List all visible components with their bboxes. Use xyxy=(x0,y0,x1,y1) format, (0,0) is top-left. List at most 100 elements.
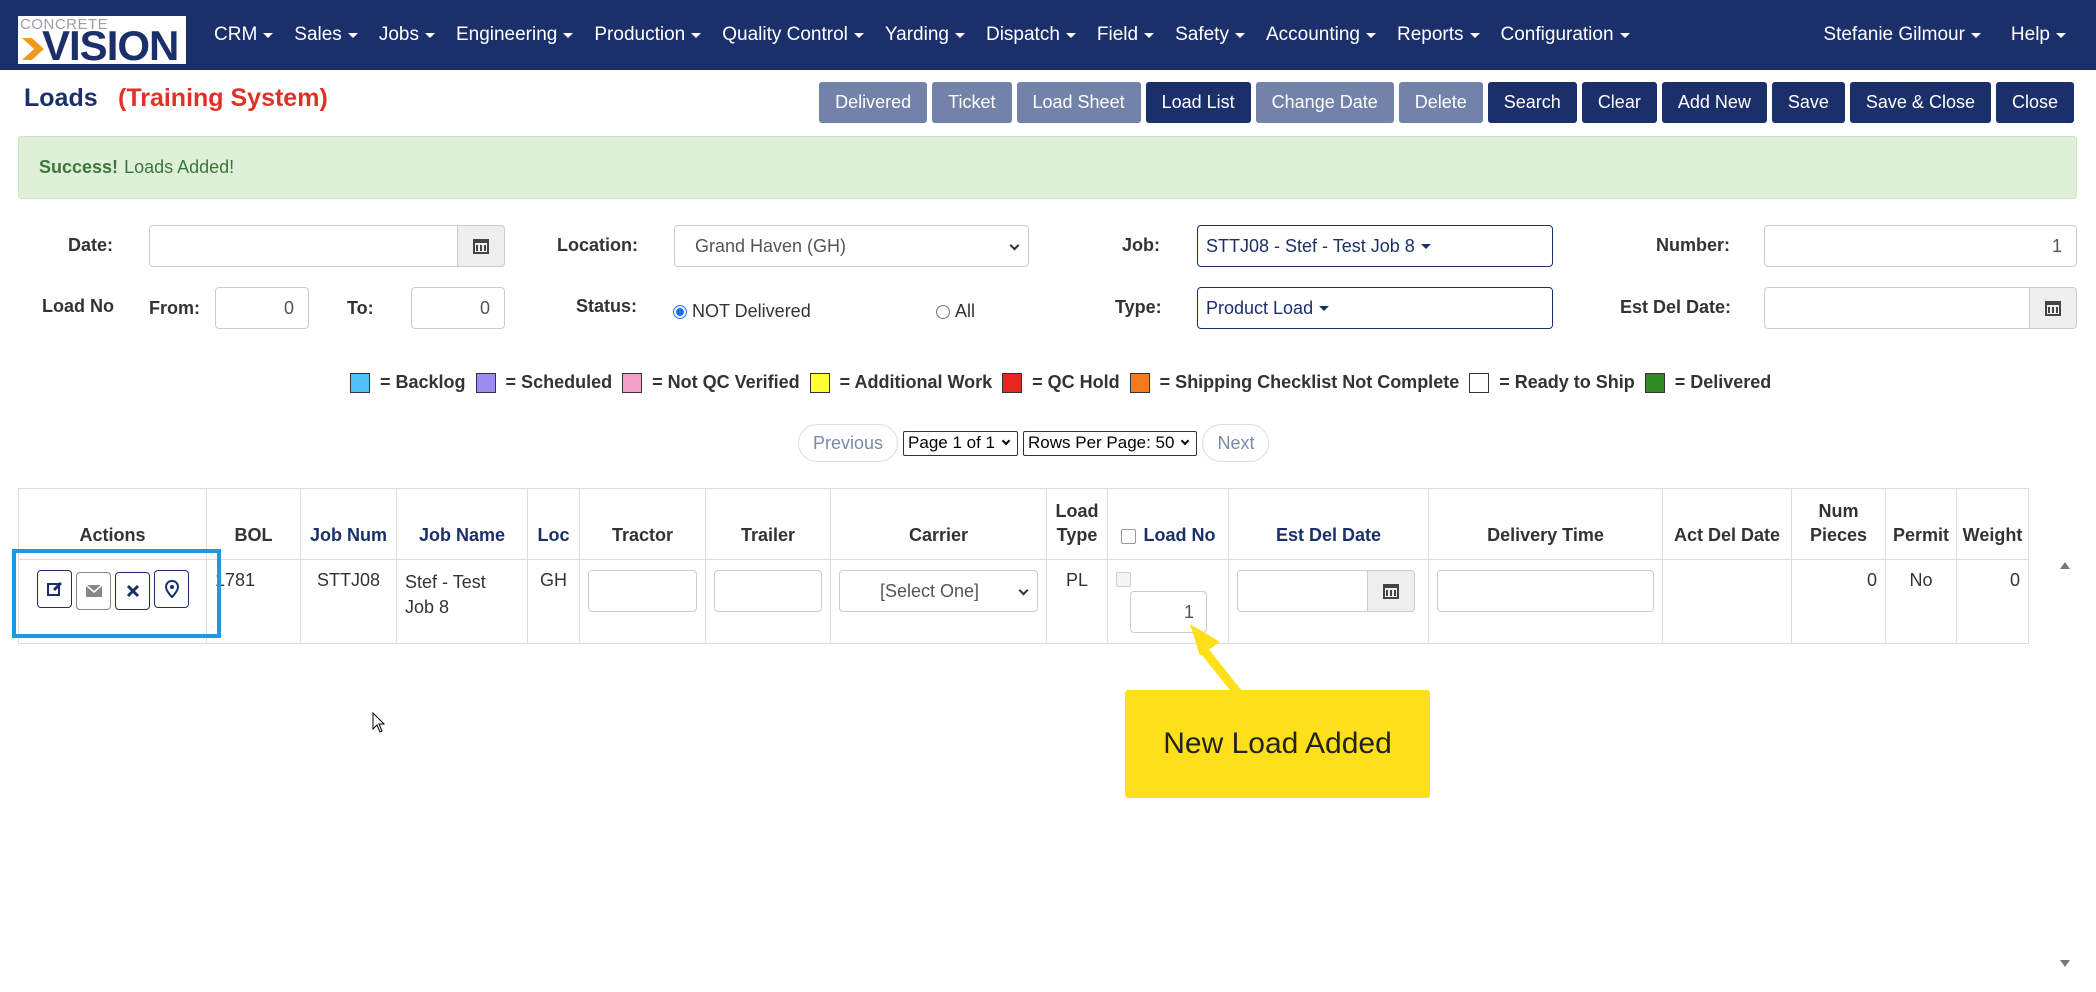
col-trailer: Trailer xyxy=(705,488,831,560)
cell-delivery-time xyxy=(1428,559,1663,644)
load-sheet-button[interactable]: Load Sheet xyxy=(1016,82,1141,123)
nav-field[interactable]: Field xyxy=(1097,24,1155,46)
nav-engineering[interactable]: Engineering xyxy=(456,24,574,46)
help-menu[interactable]: Help xyxy=(2011,24,2066,46)
legend-label: = Scheduled xyxy=(505,372,613,392)
date-calendar-button[interactable] xyxy=(457,225,505,267)
concrete-vision-logo[interactable]: CONCRETE VISION xyxy=(18,16,186,67)
trailer-input[interactable] xyxy=(714,570,822,612)
nav-production[interactable]: Production xyxy=(594,24,702,46)
table-row: 1781 STTJ08 Stef - Test Job 8 GH [Select… xyxy=(18,559,2029,644)
scroll-down-icon[interactable] xyxy=(2060,960,2070,967)
legend-swatch xyxy=(1644,372,1665,393)
nav-reports[interactable]: Reports xyxy=(1397,24,1480,46)
legend-swatch xyxy=(1129,372,1150,393)
col-job-num[interactable]: Job Num xyxy=(300,488,397,560)
legend-item: = QC Hold xyxy=(1002,372,1120,393)
main-menu: CRM Sales Jobs Engineering Production Quality… xyxy=(214,0,1651,70)
row-est-del-date-input[interactable] xyxy=(1237,570,1368,612)
caret-down-icon xyxy=(954,32,965,38)
nav-sales[interactable]: Sales xyxy=(294,24,358,46)
table-header-row: Actions BOL Job Num Job Name Loc Tractor… xyxy=(18,488,2029,560)
nav-accounting[interactable]: Accounting xyxy=(1266,24,1376,46)
rows-per-page-select[interactable]: Rows Per Page: 50 xyxy=(1023,430,1198,456)
mouse-cursor-icon xyxy=(372,712,386,733)
change-date-button[interactable]: Change Date xyxy=(1255,82,1394,123)
nav-right: Stefanie Gilmour Help xyxy=(1793,0,2066,70)
delivered-button[interactable]: Delivered xyxy=(819,82,928,123)
callout-arrow-icon xyxy=(1190,624,1243,698)
legend-item: = Shipping Checklist Not Complete xyxy=(1129,372,1459,393)
delivery-time-input[interactable] xyxy=(1437,570,1654,612)
location-label: Location: xyxy=(557,235,638,255)
location-select[interactable]: Grand Haven (GH) xyxy=(674,225,1029,267)
legend-swatch xyxy=(1002,372,1023,393)
save-and-close-button[interactable]: Save & Close xyxy=(1849,82,1991,123)
nav-label: Safety xyxy=(1175,24,1229,45)
status-all-radio[interactable]: All xyxy=(936,301,975,322)
clear-button[interactable]: Clear xyxy=(1581,82,1657,123)
est-del-calendar-button[interactable] xyxy=(2029,287,2077,329)
ticket-button[interactable]: Ticket xyxy=(932,82,1012,123)
col-job-name[interactable]: Job Name xyxy=(396,488,528,560)
load-list-button[interactable]: Load List xyxy=(1145,82,1251,123)
nav-label: Reports xyxy=(1396,24,1464,45)
pager: Previous Page 1 of 1 Rows Per Page: 50 N… xyxy=(798,424,1270,462)
status-not-delivered-label: NOT Delivered xyxy=(692,301,811,321)
col-est-del-date[interactable]: Est Del Date xyxy=(1228,488,1429,560)
close-button[interactable]: Close xyxy=(1995,82,2074,123)
nav-safety[interactable]: Safety xyxy=(1175,24,1245,46)
load-from-input[interactable]: 0 xyxy=(215,287,309,329)
cell-trailer xyxy=(705,559,831,644)
nav-label: Jobs xyxy=(378,24,419,45)
est-del-date-input[interactable] xyxy=(1764,287,2030,329)
legend-label: = Additional Work xyxy=(839,372,993,392)
type-select[interactable]: Product Load xyxy=(1197,287,1553,329)
radio-selected-icon xyxy=(673,304,687,319)
status-label: Status: xyxy=(576,296,638,316)
help-label: Help xyxy=(2010,24,2050,45)
nav-jobs[interactable]: Jobs xyxy=(379,24,435,46)
date-input[interactable] xyxy=(149,225,459,267)
col-num-pieces: Num Pieces xyxy=(1791,488,1886,560)
next-button[interactable]: Next xyxy=(1202,424,1270,462)
cell-load-type: PL xyxy=(1046,559,1108,644)
cell-job-num: STTJ08 xyxy=(300,559,397,644)
cell-carrier: [Select One] xyxy=(830,559,1047,644)
rows-per-page-value: Rows Per Page: 50 xyxy=(1028,433,1175,452)
from-label: From: xyxy=(149,298,200,318)
status-not-delivered-radio[interactable]: NOT Delivered xyxy=(673,301,811,322)
nav-quality-control[interactable]: Quality Control xyxy=(722,24,864,46)
carrier-value: [Select One] xyxy=(879,580,980,601)
add-new-button[interactable]: Add New xyxy=(1661,82,1767,123)
chevron-down-icon xyxy=(1018,585,1029,596)
carrier-select[interactable]: [Select One] xyxy=(839,570,1038,612)
number-input[interactable]: 1 xyxy=(1764,225,2077,267)
nav-configuration[interactable]: Configuration xyxy=(1501,24,1630,46)
col-load-no-label: Load No xyxy=(1143,525,1216,545)
nav-yarding[interactable]: Yarding xyxy=(885,24,965,46)
select-all-checkbox[interactable] xyxy=(1120,528,1136,544)
success-alert: Success! Loads Added! xyxy=(18,136,2077,199)
tractor-input[interactable] xyxy=(588,570,697,612)
col-loc[interactable]: Loc xyxy=(527,488,580,560)
job-select[interactable]: STTJ08 - Stef - Test Job 8 xyxy=(1197,225,1553,267)
previous-button[interactable]: Previous xyxy=(798,424,899,462)
col-load-no[interactable]: Load No xyxy=(1107,488,1229,560)
nav-crm[interactable]: CRM xyxy=(214,24,274,46)
search-button[interactable]: Search xyxy=(1487,82,1577,123)
caret-down-icon xyxy=(1319,305,1330,311)
nav-dispatch[interactable]: Dispatch xyxy=(986,24,1076,46)
status-all-label: All xyxy=(955,301,976,321)
legend-item: = Scheduled xyxy=(475,372,613,393)
save-button[interactable]: Save xyxy=(1771,82,1845,123)
loads-table: Actions BOL Job Num Job Name Loc Tractor… xyxy=(18,488,2029,644)
row-est-del-calendar-button[interactable] xyxy=(1367,570,1415,612)
col-permit: Permit xyxy=(1885,488,1957,560)
row-checkbox[interactable] xyxy=(1116,572,1131,587)
delete-button[interactable]: Delete xyxy=(1398,82,1483,123)
scroll-up-icon[interactable] xyxy=(2060,562,2070,569)
page-select[interactable]: Page 1 of 1 xyxy=(903,430,1018,456)
load-to-input[interactable]: 0 xyxy=(411,287,505,329)
user-menu[interactable]: Stefanie Gilmour xyxy=(1823,24,1981,46)
